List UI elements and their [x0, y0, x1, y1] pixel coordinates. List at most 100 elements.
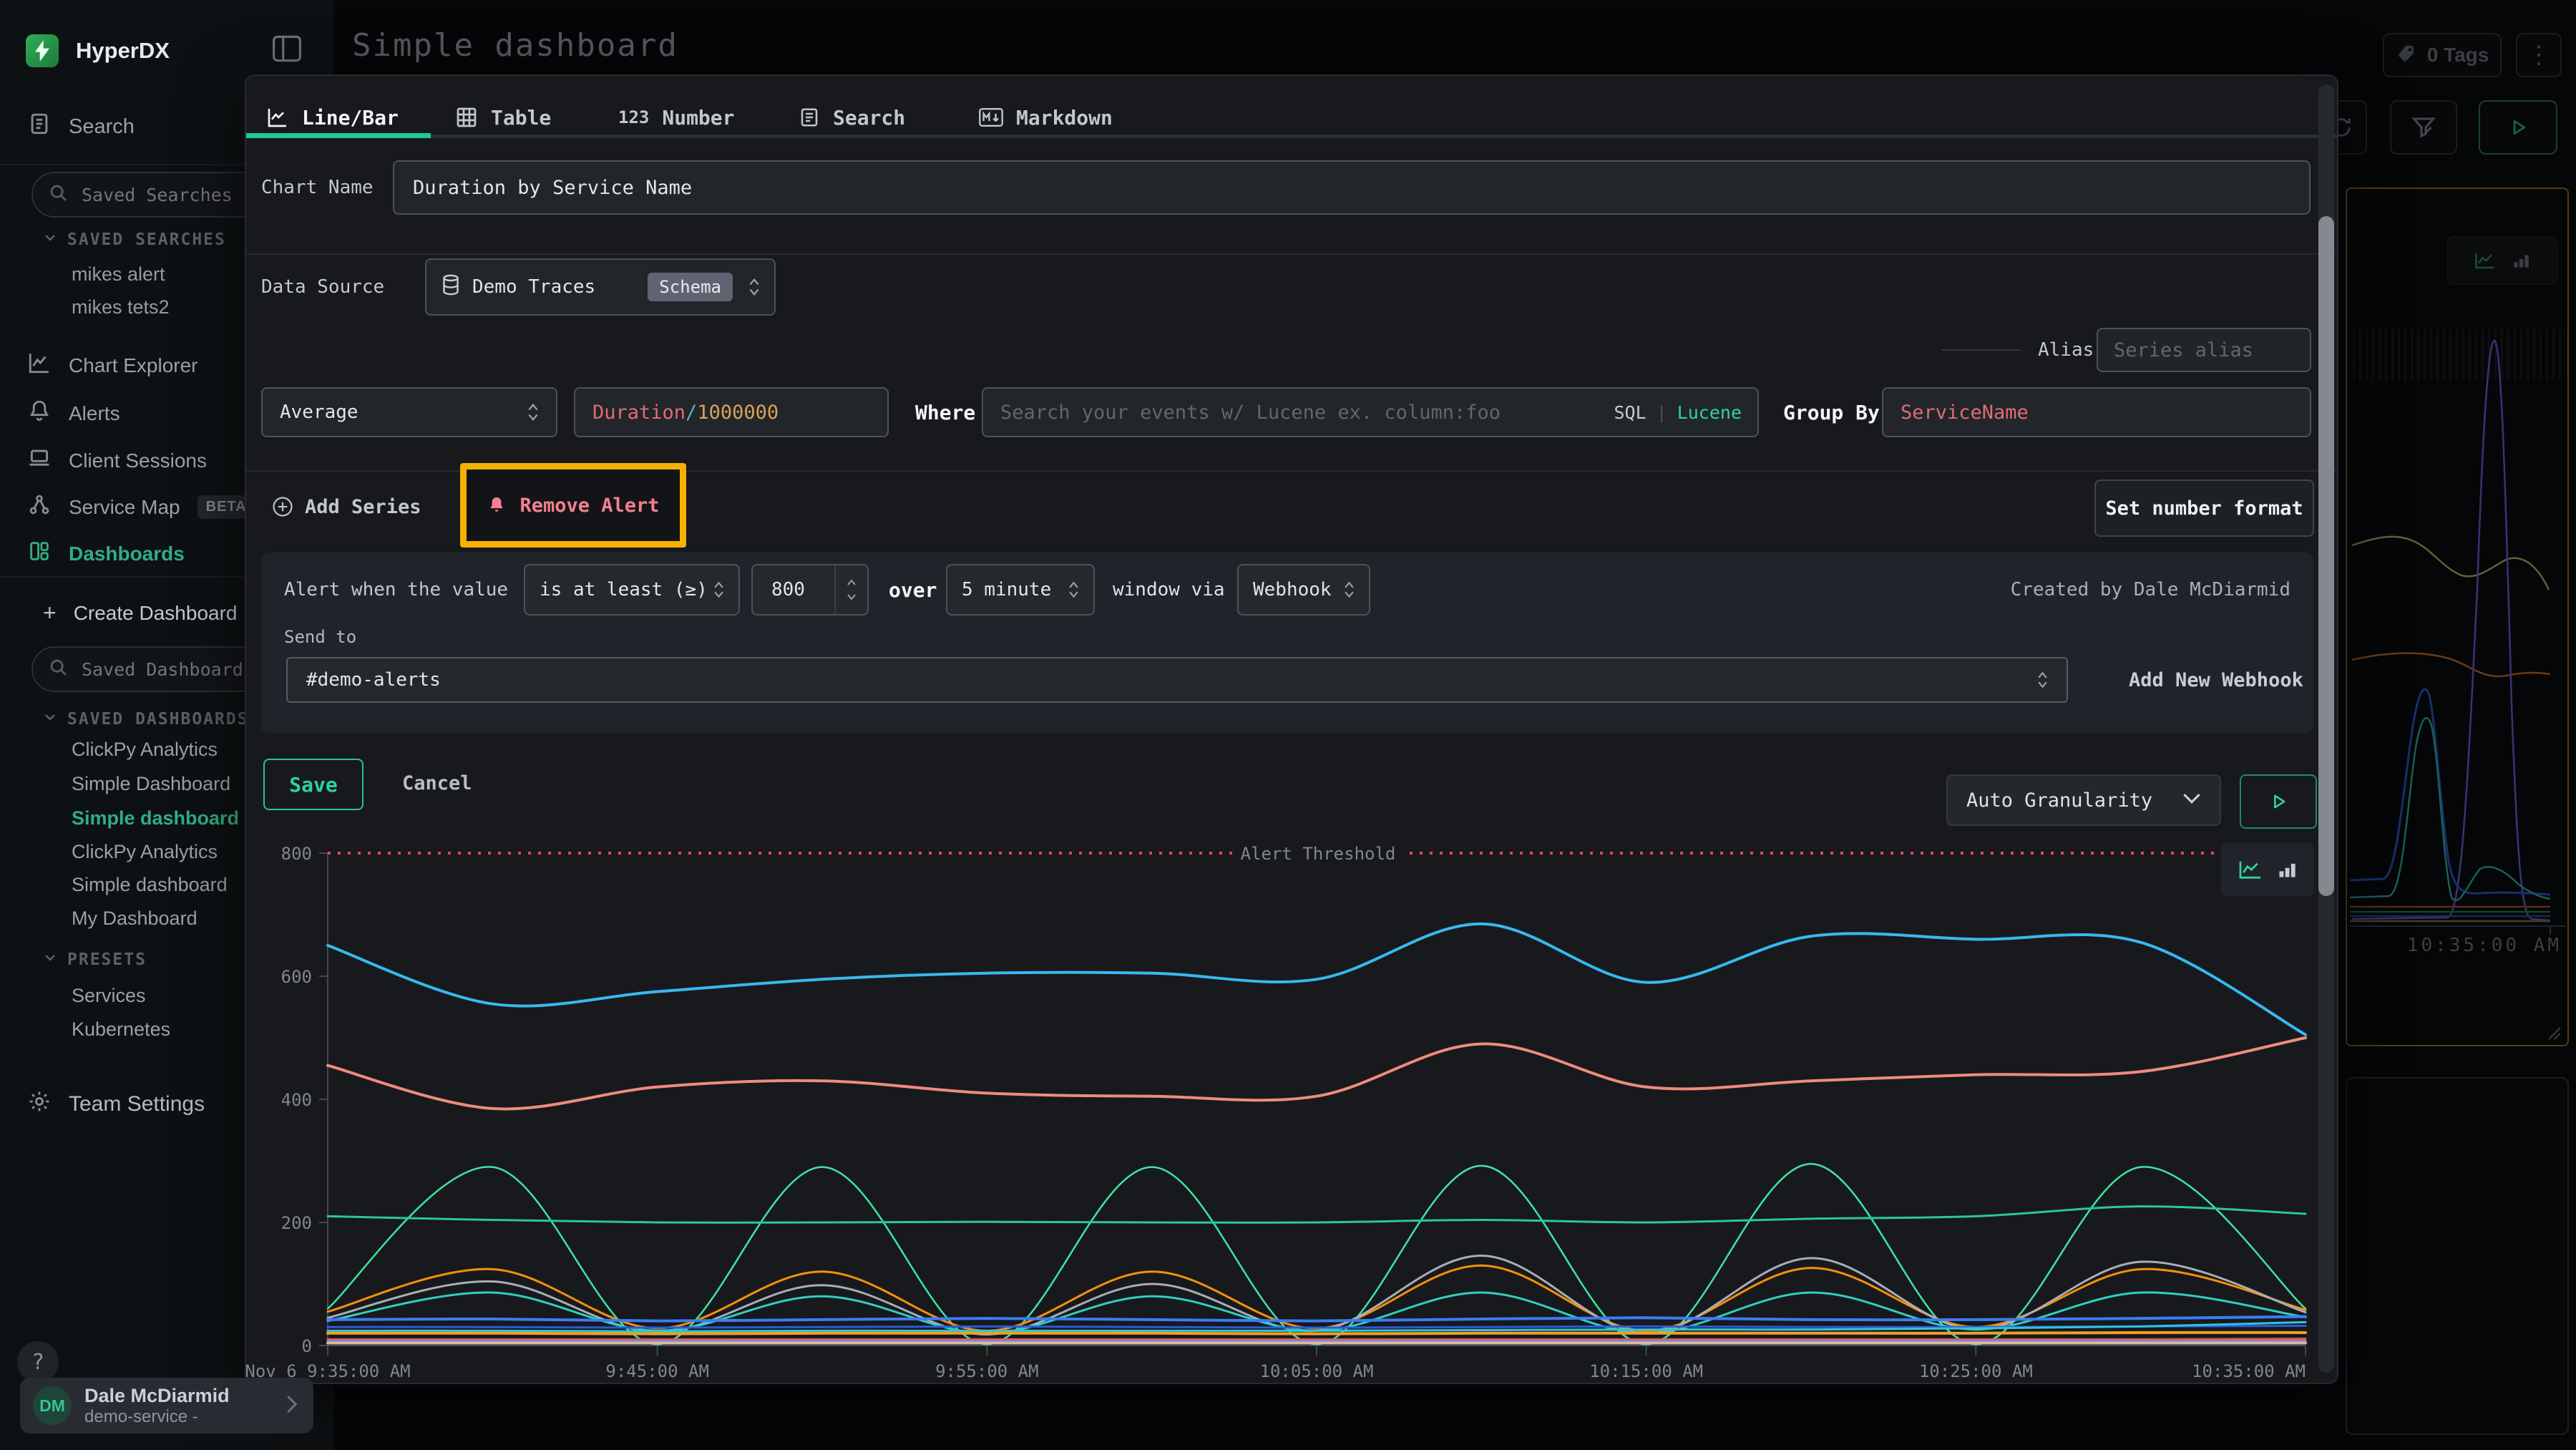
- send-to-label: Send to: [284, 627, 356, 647]
- alias-input[interactable]: [2112, 339, 2296, 362]
- tab-label: Number: [662, 106, 734, 130]
- group-by-input[interactable]: ServiceName: [1882, 387, 2311, 437]
- user-subtitle: demo-service -: [84, 1407, 230, 1427]
- tab-track: [246, 135, 2337, 138]
- schema-badge[interactable]: Schema: [648, 273, 733, 301]
- lang-lucene[interactable]: Lucene: [1677, 402, 1742, 423]
- alert-config-panel: Alert when the value is at least (≥) 800…: [261, 553, 2313, 733]
- tab-label: Line/Bar: [302, 106, 399, 130]
- sidebar-item-service-map[interactable]: Service Map BETA: [27, 492, 255, 522]
- tab-markdown[interactable]: Markdown: [979, 96, 1113, 139]
- send-to-value: #demo-alerts: [306, 669, 441, 691]
- sidebar-item-dashboard[interactable]: ClickPy Analytics: [72, 739, 218, 761]
- brand-name: HyperDX: [76, 38, 170, 64]
- set-number-format-label: Set number format: [2105, 497, 2303, 520]
- sidebar-item-alerts[interactable]: Alerts: [27, 399, 120, 428]
- remove-alert-button[interactable]: Remove Alert: [460, 463, 686, 548]
- create-dashboard-button[interactable]: + Create Dashboard: [43, 600, 238, 626]
- divider: [246, 253, 2337, 255]
- tab-number[interactable]: 123 Number: [618, 96, 735, 139]
- svg-text:9:45:00 AM: 9:45:00 AM: [605, 1361, 709, 1381]
- stepper-buttons[interactable]: [834, 565, 867, 614]
- where-label: Where: [915, 387, 975, 437]
- save-button[interactable]: Save: [263, 759, 364, 810]
- lang-sql[interactable]: SQL: [1614, 402, 1646, 423]
- sidebar-item-preset[interactable]: Services: [72, 985, 146, 1007]
- alert-window-value: 5 minute: [962, 579, 1051, 600]
- select-caret-icon: [1344, 580, 1355, 600]
- one-two-three-icon: 123: [618, 107, 649, 127]
- scrollbar-thumb[interactable]: [2318, 216, 2334, 896]
- alert-threshold-stepper[interactable]: 800: [751, 564, 869, 615]
- saved-dashboards-header[interactable]: SAVED DASHBOARDS: [43, 710, 249, 729]
- alert-via-label: window via: [1113, 564, 1225, 615]
- saved-searches-header[interactable]: SAVED SEARCHES: [43, 230, 226, 249]
- app-screen: HyperDX Search SAVED SEARCHES mikes aler…: [0, 0, 2576, 1450]
- sidebar-item-saved-search[interactable]: mikes tets2: [72, 296, 170, 318]
- sidebar-item-preset[interactable]: Kubernetes: [72, 1018, 170, 1041]
- remove-alert-label: Remove Alert: [519, 495, 659, 517]
- send-to-select[interactable]: #demo-alerts: [286, 657, 2068, 703]
- series-service-blue-flat: [328, 1317, 2306, 1321]
- set-number-format-button[interactable]: Set number format: [2094, 480, 2314, 537]
- where-search-input[interactable]: [999, 401, 1604, 424]
- data-source-select[interactable]: Demo Traces Schema: [425, 258, 776, 316]
- sidebar-item-dashboards[interactable]: Dashboards: [27, 539, 185, 568]
- alert-prefix: Alert when the value: [284, 564, 508, 615]
- chart-name-input[interactable]: [411, 176, 2292, 200]
- sidebar-item-label: Client Sessions: [69, 449, 207, 472]
- tab-search[interactable]: Search: [799, 96, 905, 139]
- sidebar-item-dashboard-active[interactable]: Simple dashboard: [72, 807, 239, 829]
- section-header-label: SAVED SEARCHES: [67, 230, 226, 249]
- line-chart-icon: [266, 106, 289, 129]
- tab-table[interactable]: Table: [455, 96, 551, 139]
- sidebar-item-saved-search[interactable]: mikes alert: [72, 263, 165, 286]
- tab-line-bar[interactable]: Line/Bar: [266, 96, 399, 139]
- sidebar-collapse-button[interactable]: [272, 34, 302, 66]
- chevron-down-icon: [43, 230, 57, 249]
- cancel-button[interactable]: Cancel: [402, 759, 472, 807]
- field-operator: /: [686, 402, 697, 424]
- sidebar-item-dashboard[interactable]: Simple Dashboard: [72, 773, 230, 795]
- add-new-webhook-button[interactable]: Add New Webhook: [2129, 657, 2303, 703]
- sidebar-item-dashboard[interactable]: Simple dashboard: [72, 874, 228, 896]
- bell-icon: [487, 495, 507, 516]
- presets-header[interactable]: PRESETS: [43, 950, 147, 969]
- run-chart-button[interactable]: [2240, 774, 2317, 829]
- section-header-label: PRESETS: [67, 950, 147, 969]
- series-service-cyan: [328, 924, 2306, 1035]
- brand[interactable]: HyperDX: [26, 34, 170, 67]
- user-menu[interactable]: DM Dale McDiarmid demo-service -: [20, 1378, 313, 1434]
- add-series-button[interactable]: Add Series: [272, 475, 421, 538]
- sidebar-item-client-sessions[interactable]: Client Sessions: [27, 446, 207, 475]
- select-caret-icon: [527, 402, 539, 423]
- search-doc-icon: [27, 112, 52, 142]
- where-search-box: SQL | Lucene: [982, 387, 1759, 437]
- sidebar-item-search[interactable]: Search: [27, 112, 135, 142]
- svg-text:10:35:00 AM: 10:35:00 AM: [2192, 1361, 2306, 1381]
- help-button[interactable]: ?: [17, 1341, 59, 1383]
- bell-icon: [27, 399, 52, 428]
- aggregation-select[interactable]: Average: [261, 387, 557, 437]
- granularity-select[interactable]: Auto Granularity: [1946, 774, 2221, 826]
- sidebar-item-team-settings[interactable]: Team Settings: [27, 1089, 205, 1119]
- alert-window-select[interactable]: 5 minute: [946, 564, 1095, 615]
- sidebar-item-chart-explorer[interactable]: Chart Explorer: [27, 351, 198, 380]
- alert-channel-select[interactable]: Webhook: [1237, 564, 1370, 615]
- svg-text:0: 0: [302, 1336, 312, 1356]
- sidebar-item-dashboard[interactable]: My Dashboard: [72, 908, 197, 930]
- duration-chart[interactable]: 8006004002000Nov 6 9:35:00 AM9:45:00 AM9…: [246, 839, 2340, 1386]
- chevron-down-icon: [43, 950, 57, 969]
- group-by-value: ServiceName: [1901, 402, 2029, 424]
- field-expression-input[interactable]: Duration/1000000: [574, 387, 889, 437]
- svg-text:10:15:00 AM: 10:15:00 AM: [1589, 1361, 1703, 1381]
- chart-editor-modal: Line/Bar Table 123 Number Search Markdow…: [245, 74, 2338, 1384]
- field-name: Duration: [592, 402, 686, 424]
- group-by-label: Group By: [1783, 387, 1880, 437]
- create-dashboard-label: Create Dashboard: [74, 602, 238, 625]
- alert-condition-select[interactable]: is at least (≥): [524, 564, 740, 615]
- tab-label: Table: [491, 106, 551, 130]
- sidebar-item-label: Team Settings: [69, 1092, 205, 1116]
- sidebar-item-dashboard[interactable]: ClickPy Analytics: [72, 841, 218, 863]
- chart-type-toggle[interactable]: [2221, 843, 2314, 896]
